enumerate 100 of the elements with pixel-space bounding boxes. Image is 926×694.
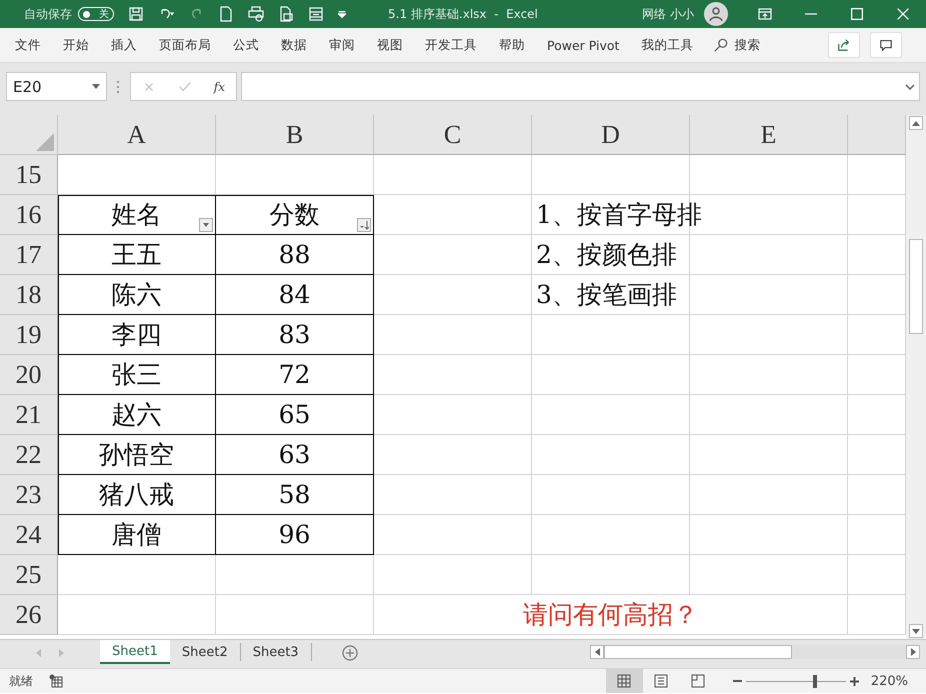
row-header[interactable]: 23 [0,475,58,515]
sheet-tab[interactable]: Sheet2 [170,643,241,661]
table-cell[interactable] [216,155,374,195]
table-cell[interactable] [58,595,216,635]
print-preview-icon[interactable] [278,6,294,22]
table-cell[interactable]: 58 [216,475,374,515]
table-cell[interactable] [374,195,532,235]
ribbon-display-icon[interactable] [757,6,773,22]
formula-input[interactable] [241,72,920,101]
ribbon-tab[interactable]: 开发工具 [414,28,488,62]
filter-button[interactable] [199,218,213,232]
minimize-icon[interactable] [805,13,817,15]
row-header[interactable]: 21 [0,395,58,435]
table-cell[interactable]: 分数 [216,195,374,235]
table-cell[interactable]: 孙悟空 [58,435,216,475]
check-icon[interactable] [178,80,192,94]
table-cell[interactable] [374,155,532,195]
table-cell[interactable]: 李四 [58,315,216,355]
next-sheet-icon[interactable] [59,649,64,657]
table-cell[interactable]: 陈六 [58,275,216,315]
column-header[interactable]: D [532,115,690,155]
save-icon[interactable] [128,6,144,22]
table-cell[interactable] [532,475,690,515]
table-cell[interactable] [532,315,690,355]
table-cell[interactable] [374,435,532,475]
table-cell[interactable] [216,555,374,595]
ribbon-tab[interactable]: 开始 [52,28,100,62]
row-header[interactable]: 15 [0,155,58,195]
table-cell[interactable] [532,155,690,195]
table-cell[interactable]: 请问有何高招？ [374,595,848,635]
ribbon-tab[interactable]: 我的工具 [630,28,704,62]
table-cell[interactable] [690,475,848,515]
zoom-level[interactable]: 220% [870,674,908,688]
ribbon-tab[interactable]: 文件 [4,28,52,62]
table-cell[interactable] [690,355,848,395]
table-cell[interactable] [216,595,374,635]
table-cell[interactable] [374,515,532,555]
row-header[interactable]: 24 [0,515,58,555]
scroll-left-button[interactable] [590,645,604,659]
ribbon-tab[interactable]: 插入 [100,28,148,62]
row-header[interactable]: 20 [0,355,58,395]
scroll-down-button[interactable] [909,624,923,638]
column-header[interactable]: C [374,115,532,155]
table-cell[interactable] [58,555,216,595]
autosave-toggle[interactable]: 关 [78,7,114,21]
column-header[interactable]: B [216,115,374,155]
sheet-tab[interactable]: Sheet3 [240,643,312,661]
table-cell[interactable] [690,155,848,195]
insert-function-label[interactable]: fx [214,80,226,94]
add-sheet-icon[interactable] [342,645,358,661]
select-all-icon[interactable] [36,133,54,151]
table-cell[interactable] [374,275,532,315]
row-header[interactable]: 18 [0,275,58,315]
table-cell[interactable] [374,475,532,515]
scroll-up-button[interactable] [909,116,923,130]
table-cell[interactable] [532,355,690,395]
ribbon-tab[interactable]: 审阅 [318,28,366,62]
table-cell[interactable] [374,555,532,595]
sort-filter-button[interactable] [357,218,371,232]
table-cell[interactable] [690,515,848,555]
table-cell[interactable]: 王五 [58,235,216,275]
table-cell[interactable] [374,315,532,355]
table-cell[interactable] [690,235,848,275]
table-cell[interactable] [690,435,848,475]
share-button[interactable] [828,32,860,58]
ribbon-tab[interactable]: 帮助 [488,28,536,62]
ribbon-tab[interactable]: 视图 [366,28,414,62]
zoom-slider-thumb[interactable] [812,674,817,688]
table-cell[interactable] [374,235,532,275]
maximize-icon[interactable] [851,8,863,20]
table-cell[interactable]: 猪八戒 [58,475,216,515]
row-header[interactable]: 17 [0,235,58,275]
comments-button[interactable] [870,32,902,58]
table-cell[interactable]: 84 [216,275,374,315]
customize-caret-icon[interactable] [338,10,346,18]
ribbon-tab[interactable]: Power Pivot [536,28,630,62]
table-cell[interactable]: 88 [216,235,374,275]
name-box[interactable]: E20 [6,72,107,101]
table-cell[interactable] [532,515,690,555]
macro-recording-icon[interactable] [49,674,63,688]
row-header[interactable]: 25 [0,555,58,595]
table-cell[interactable] [374,395,532,435]
table-cell[interactable]: 63 [216,435,374,475]
table-cell[interactable]: 张三 [58,355,216,395]
ribbon-tab[interactable]: 页面布局 [148,28,222,62]
row-header[interactable]: 26 [0,595,58,635]
zoom-in-icon[interactable] [850,676,859,686]
table-cell[interactable] [532,555,690,595]
scroll-right-button[interactable] [906,645,920,659]
table-cell[interactable]: 83 [216,315,374,355]
row-header[interactable]: 22 [0,435,58,475]
table-cell[interactable] [374,355,532,395]
table-cell[interactable]: 赵六 [58,395,216,435]
column-header[interactable]: E [690,115,848,155]
table-cell[interactable]: 72 [216,355,374,395]
scrollbar-thumb[interactable] [909,239,923,334]
ribbon-tab[interactable]: 公式 [222,28,270,62]
table-cell[interactable] [58,155,216,195]
table-cell[interactable] [690,555,848,595]
avatar-icon[interactable] [704,2,728,26]
